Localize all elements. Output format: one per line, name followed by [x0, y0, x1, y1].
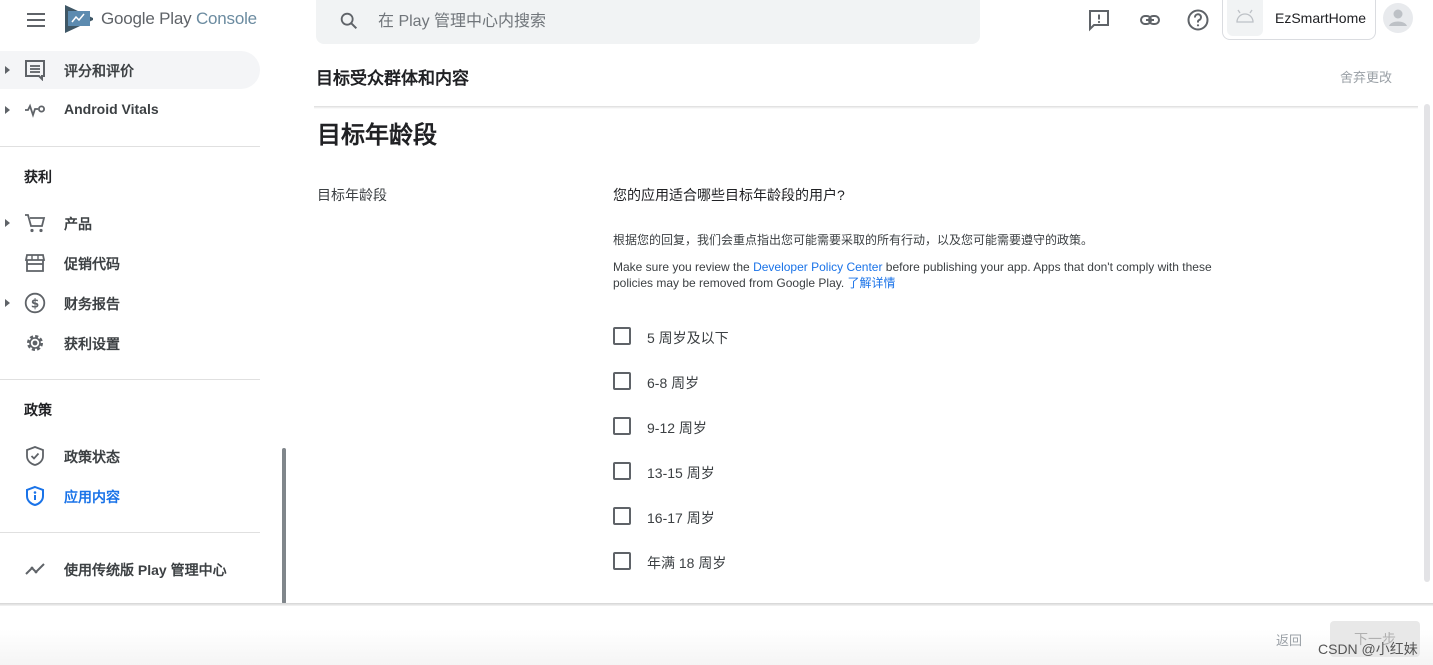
- sidebar-item-financial-reports[interactable]: $ 财务报告: [0, 284, 260, 322]
- sidebar-item-ratings-reviews[interactable]: 评分和评价: [0, 51, 260, 89]
- shield-check-icon: [26, 446, 44, 466]
- app-name: EzSmartHome: [1275, 10, 1367, 26]
- sidebar-item-label: 政策状态: [64, 449, 120, 465]
- section-heading: 目标年龄段: [317, 122, 437, 149]
- vitals-icon: [25, 103, 45, 118]
- dollar-icon: $: [24, 292, 46, 314]
- sidebar-divider: [0, 379, 260, 380]
- sidebar-item-label: 产品: [64, 216, 92, 232]
- sidebar-item-label: Android Vitals: [64, 101, 159, 117]
- checkbox-label: 13-15 周岁: [647, 465, 715, 481]
- sidebar-item-policy-status[interactable]: 政策状态: [0, 437, 260, 475]
- store-icon: [24, 254, 46, 272]
- page-title: 目标受众群体和内容: [316, 69, 469, 88]
- footer-bar: [0, 606, 1433, 665]
- policy-notice: Make sure you review the Developer Polic…: [613, 259, 1223, 291]
- logo-text-secondary: Console: [195, 9, 257, 28]
- checkbox-box[interactable]: [613, 417, 631, 435]
- app-icon-frame: [1227, 0, 1263, 36]
- checkbox-label: 5 周岁及以下: [647, 330, 729, 346]
- cart-icon: [25, 214, 46, 233]
- expand-caret-icon[interactable]: [5, 299, 10, 307]
- age-question: 您的应用适合哪些目标年龄段的用户?: [613, 187, 845, 203]
- account-avatar-icon[interactable]: [1383, 3, 1413, 33]
- expand-caret-icon[interactable]: [5, 106, 10, 114]
- expand-caret-icon[interactable]: [5, 219, 10, 227]
- search-bar[interactable]: [316, 0, 980, 44]
- checkbox-label: 9-12 周岁: [647, 420, 707, 436]
- sidebar-item-legacy-console[interactable]: 使用传统版 Play 管理中心: [0, 550, 260, 588]
- learn-more-link[interactable]: 了解详情: [848, 276, 896, 290]
- checkbox-box[interactable]: [613, 327, 631, 345]
- sidebar-item-monetization-settings[interactable]: 获利设置: [0, 324, 260, 362]
- gear-icon: [27, 335, 43, 351]
- search-icon: [340, 12, 358, 30]
- back-button[interactable]: 返回: [1276, 630, 1302, 649]
- help-icon[interactable]: [1186, 8, 1210, 32]
- developer-policy-center-link[interactable]: Developer Policy Center: [753, 260, 882, 274]
- play-console-logo-icon: [65, 5, 93, 33]
- field-label: 目标年龄段: [317, 187, 387, 203]
- main-scrollbar[interactable]: [1424, 104, 1430, 582]
- discard-changes-button[interactable]: 舍弃更改: [1340, 67, 1392, 86]
- sidebar-item-app-content[interactable]: 应用内容: [0, 477, 260, 515]
- expand-caret-icon[interactable]: [5, 66, 10, 74]
- sidebar-item-android-vitals[interactable]: Android Vitals: [0, 91, 260, 129]
- sidebar-item-promo-codes[interactable]: 促销代码: [0, 244, 260, 282]
- menu-icon[interactable]: [24, 8, 48, 32]
- sidebar-divider: [0, 146, 260, 147]
- checkbox-box[interactable]: [613, 462, 631, 480]
- sidebar-item-label: 使用传统版 Play 管理中心: [64, 562, 227, 578]
- reviews-icon: [25, 60, 45, 81]
- logo-text: Google Play Console: [101, 9, 257, 29]
- feedback-icon[interactable]: [1087, 8, 1111, 32]
- app-selector[interactable]: EzSmartHome: [1222, 0, 1376, 40]
- watermark: CSDN @小红妹: [1318, 641, 1418, 657]
- sidebar-nav: 评分和评价 Android Vitals 获利 产品 促销代码 $ 财务报告 获…: [0, 46, 260, 604]
- search-input[interactable]: [378, 10, 938, 34]
- sidebar-divider: [0, 532, 260, 533]
- sidebar-item-label: 促销代码: [64, 256, 120, 272]
- policy-text: Make sure you review the: [613, 260, 754, 274]
- link-icon[interactable]: [1138, 8, 1162, 32]
- checkbox-label: 年满 18 周岁: [647, 555, 727, 571]
- sidebar-item-label: 财务报告: [64, 296, 120, 312]
- android-icon: [1236, 9, 1254, 23]
- checkbox-box[interactable]: [613, 372, 631, 390]
- sidebar-item-label: 评分和评价: [64, 63, 134, 79]
- sidebar-item-label: 应用内容: [64, 489, 120, 505]
- logo-text-primary: Google Play: [101, 9, 192, 28]
- checkbox-box[interactable]: [613, 507, 631, 525]
- checkbox-box[interactable]: [613, 552, 631, 570]
- checkbox-label: 6-8 周岁: [647, 375, 700, 391]
- checkbox-label: 16-17 周岁: [647, 510, 715, 526]
- trend-icon: [25, 563, 45, 575]
- response-note: 根据您的回复，我们会重点指出您可能需要采取的所有行动，以及您可能需要遵守的政策。: [613, 233, 1094, 247]
- sidebar-item-label: 获利设置: [64, 336, 120, 352]
- section-title-policy: 政策: [24, 402, 52, 418]
- sidebar-item-products[interactable]: 产品: [0, 204, 260, 242]
- sidebar-scrollbar[interactable]: [282, 448, 286, 604]
- header-divider: [314, 106, 1418, 109]
- top-bar: Google Play Console EzSmartHome: [0, 0, 1433, 46]
- shield-info-icon: [26, 485, 44, 507]
- section-title-monetize: 获利: [24, 169, 52, 185]
- svg-text:$: $: [31, 297, 39, 311]
